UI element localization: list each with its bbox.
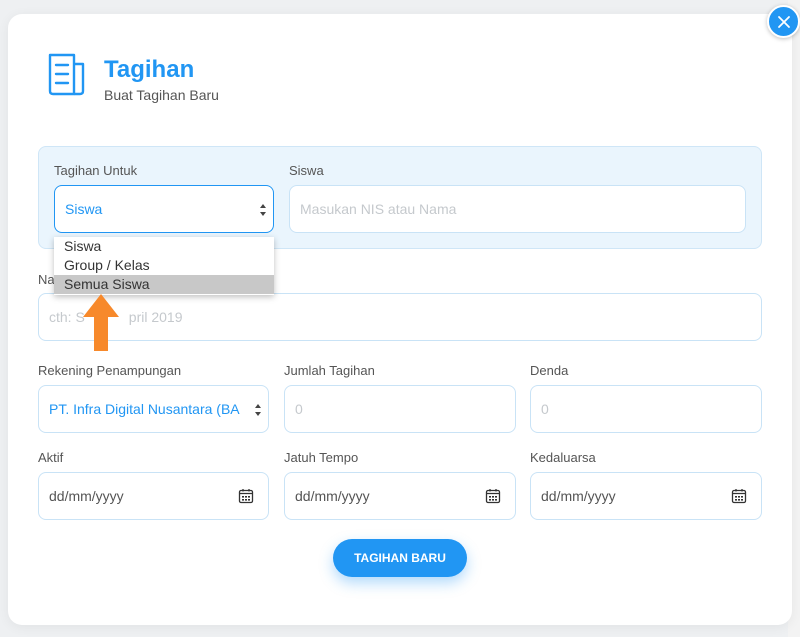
page-subtitle: Buat Tagihan Baru [104, 87, 219, 103]
kedaluarsa-label: Kedaluarsa [530, 450, 596, 465]
aktif-placeholder: dd/mm/yyyy [49, 488, 124, 504]
dropdown-option-siswa[interactable]: Siswa [54, 237, 274, 256]
jumlah-label: Jumlah Tagihan [284, 363, 375, 378]
dropdown-option-group-kelas[interactable]: Group / Kelas [54, 256, 274, 275]
rekening-value: PT. Infra Digital Nusantara (BA [49, 401, 240, 417]
calendar-icon[interactable] [731, 488, 747, 504]
tagihan-untuk-label: Tagihan Untuk [54, 163, 138, 178]
aktif-label: Aktif [38, 450, 64, 465]
calendar-icon[interactable] [485, 488, 501, 504]
dropdown-option-semua-siswa[interactable]: Semua Siswa [54, 275, 274, 294]
rekening-select[interactable]: PT. Infra Digital Nusantara (BA [38, 385, 269, 433]
denda-label: Denda [530, 363, 569, 378]
close-icon [777, 15, 790, 28]
aktif-date-input[interactable]: dd/mm/yyyy [38, 472, 269, 520]
jatuh-tempo-placeholder: dd/mm/yyyy [295, 488, 370, 504]
siswa-search-input[interactable]: Masukan NIS atau Nama [289, 185, 746, 233]
nama-placeholder-right: pril 2019 [128, 309, 183, 325]
tagihan-untuk-dropdown: Siswa Group / Kelas Semua Siswa [54, 237, 274, 295]
kedaluarsa-placeholder: dd/mm/yyyy [541, 488, 616, 504]
siswa-label: Siswa [289, 163, 324, 178]
page-title: Tagihan [104, 56, 195, 83]
nama-tagihan-input[interactable]: cth: S pril 2019 [38, 293, 762, 341]
kedaluarsa-date-input[interactable]: dd/mm/yyyy [530, 472, 762, 520]
select-arrows-icon [260, 204, 266, 216]
nama-label: Na [38, 272, 55, 287]
pointer-arrow-icon [83, 294, 119, 351]
close-button[interactable] [767, 5, 800, 38]
jumlah-tagihan-input[interactable]: 0 [284, 385, 516, 433]
tagihan-untuk-value: Siswa [65, 201, 103, 217]
calendar-icon[interactable] [238, 488, 254, 504]
denda-input[interactable]: 0 [530, 385, 762, 433]
jatuh-tempo-label: Jatuh Tempo [284, 450, 359, 465]
tagihan-untuk-select[interactable]: Siswa [54, 185, 274, 233]
jatuh-tempo-date-input[interactable]: dd/mm/yyyy [284, 472, 516, 520]
document-icon [48, 53, 85, 96]
rekening-label: Rekening Penampungan [38, 363, 182, 378]
tagihan-baru-button[interactable]: TAGIHAN BARU [333, 539, 467, 577]
nama-placeholder-left: cth: S [49, 309, 85, 325]
select-arrows-icon [255, 404, 261, 416]
